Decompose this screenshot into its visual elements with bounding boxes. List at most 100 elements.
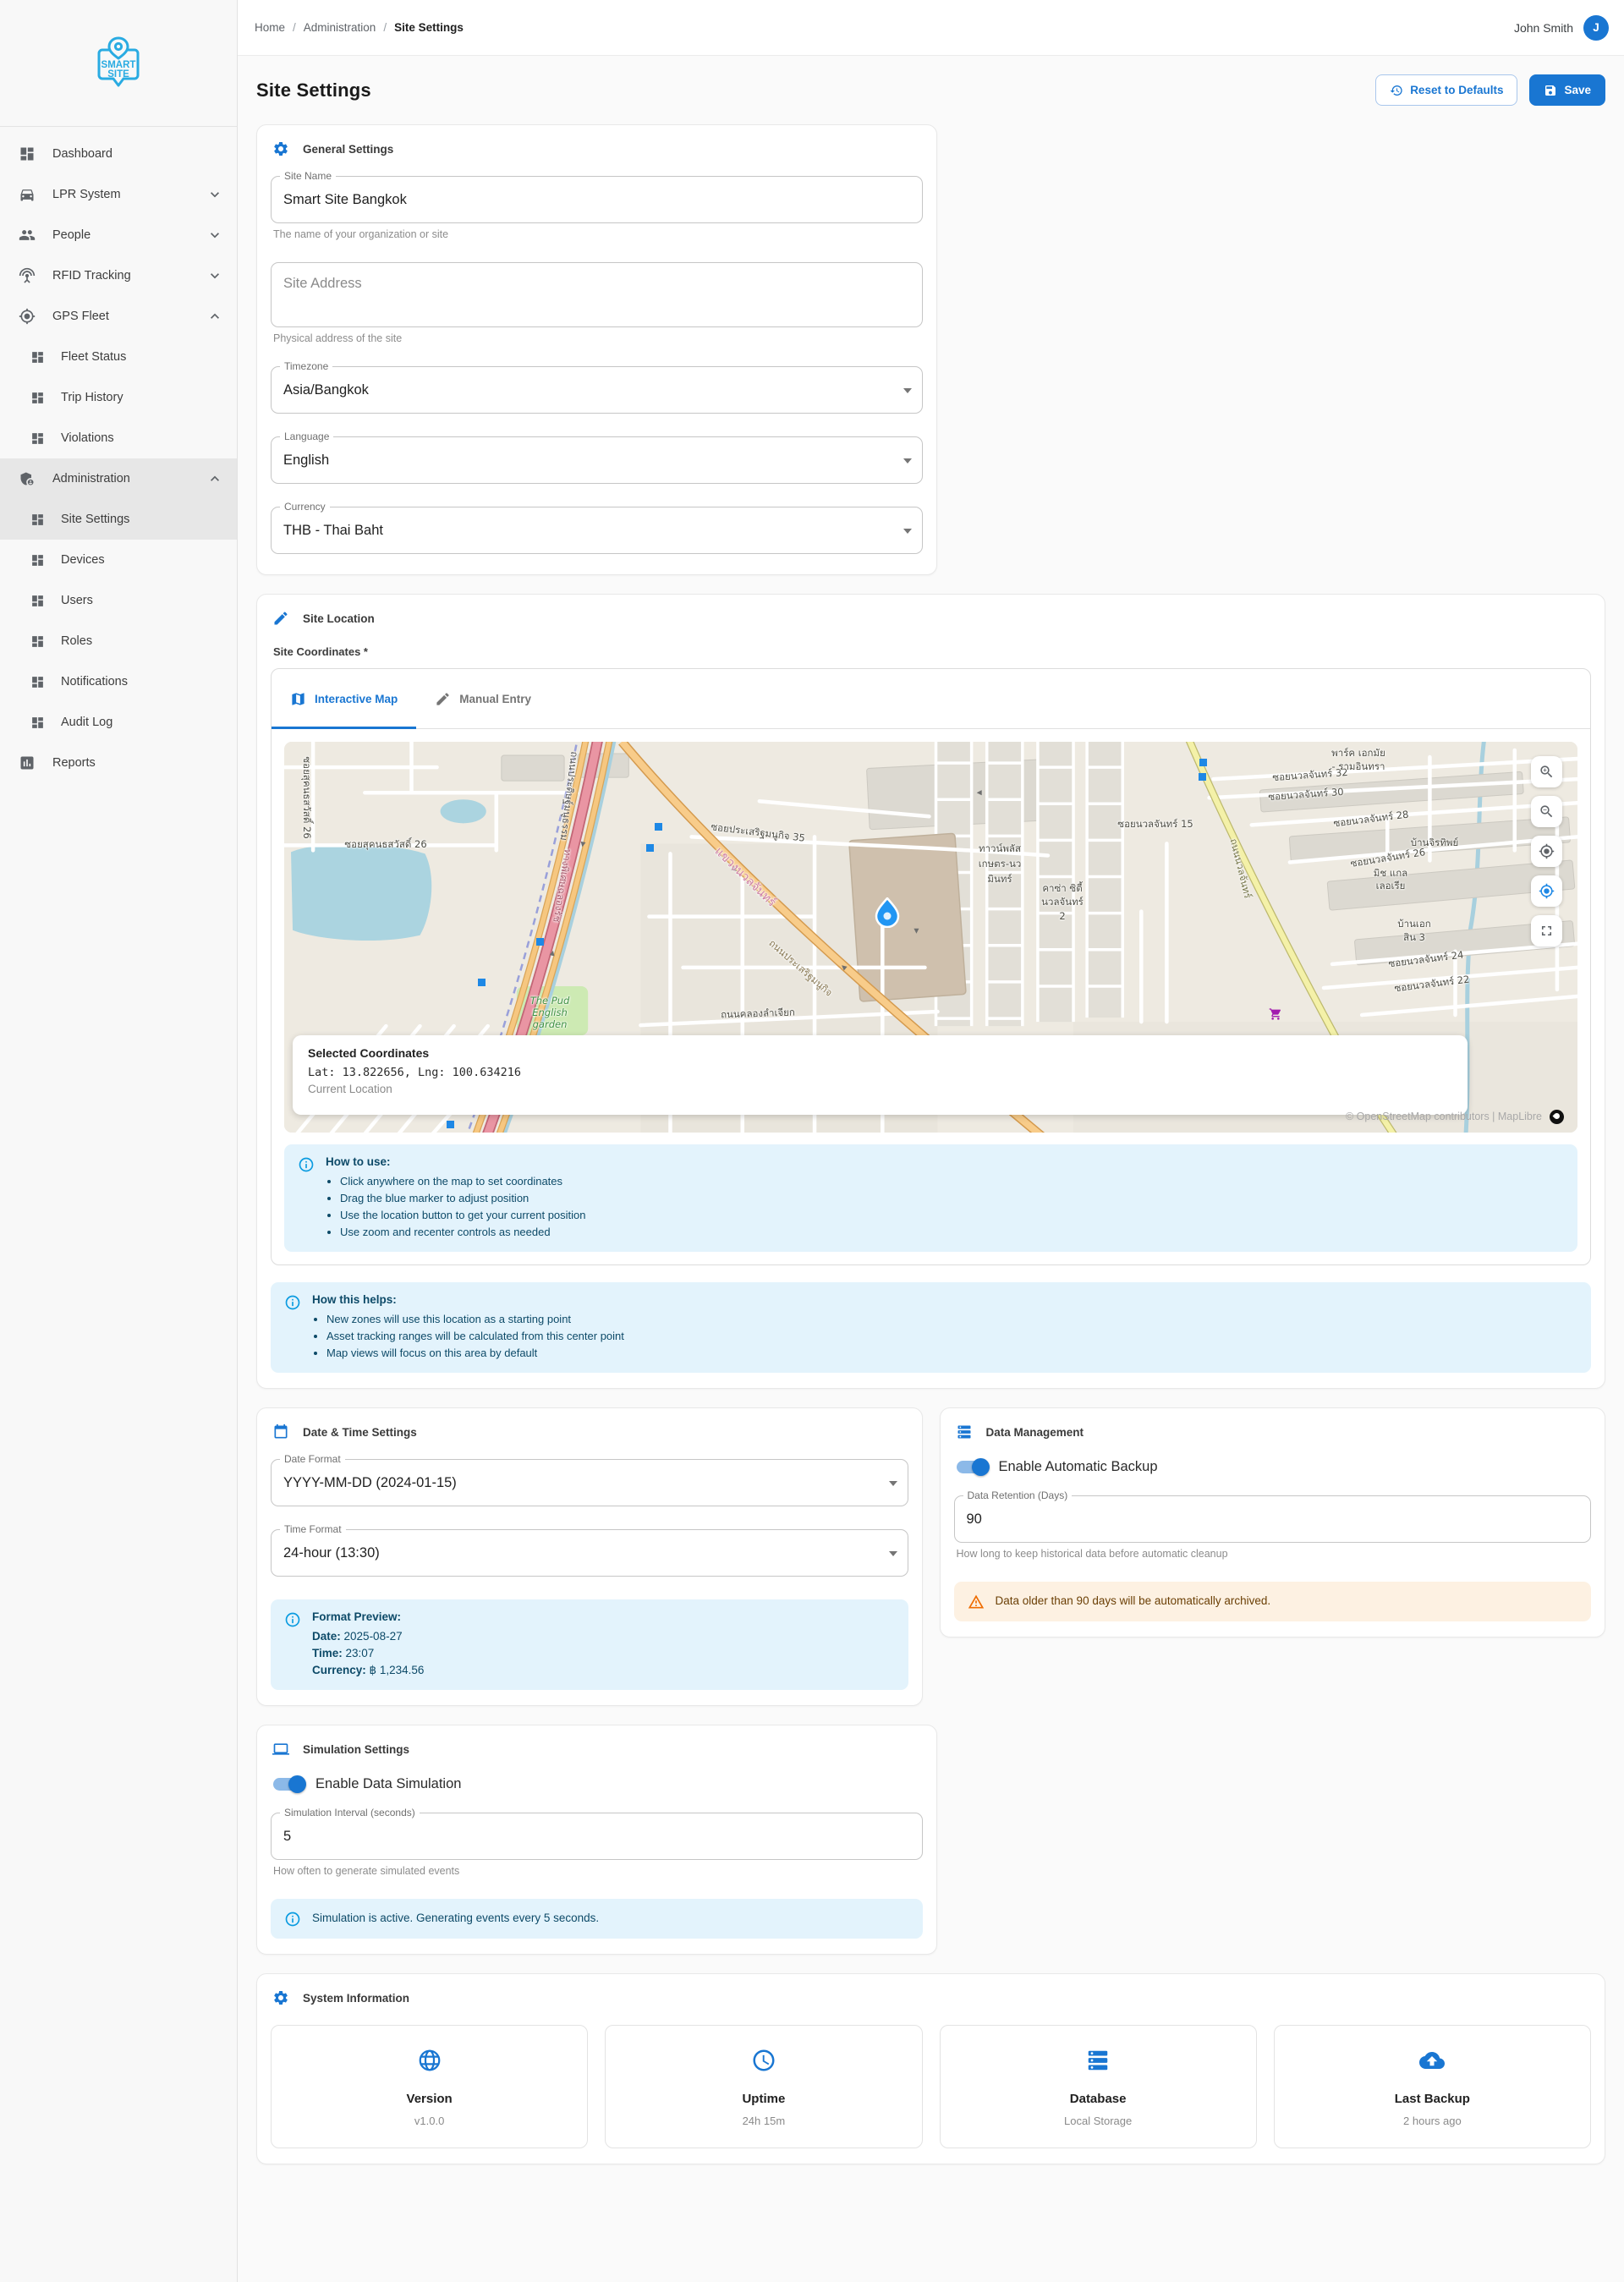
recenter-button[interactable] xyxy=(1531,875,1562,907)
site-name-helper: The name of your organization or site xyxy=(273,228,923,240)
dashboard-icon xyxy=(30,553,45,568)
save-button[interactable]: Save xyxy=(1529,74,1605,106)
fullscreen-button[interactable] xyxy=(1531,915,1562,946)
gps-icon xyxy=(19,308,36,325)
dropdown-caret-icon xyxy=(903,529,912,534)
dashboard-icon xyxy=(30,431,45,446)
sidebar-item-violations[interactable]: Violations xyxy=(0,418,237,458)
map-canvas[interactable]: ซอยสุคนธสวัสดิ์ 26ซอยสุคนธสวัสดิ์ 26ซอยป… xyxy=(284,742,1577,1133)
sidebar-item-people[interactable]: People xyxy=(0,215,237,255)
sidebar-item-site-settings[interactable]: Site Settings xyxy=(0,499,237,540)
info-icon xyxy=(284,1294,301,1311)
breadcrumb-home[interactable]: Home xyxy=(255,21,285,34)
sidebar-item-notifications[interactable]: Notifications xyxy=(0,661,237,702)
simulation-interval-field[interactable]: Simulation Interval (seconds) xyxy=(271,1813,923,1860)
simulation-interval-input[interactable] xyxy=(283,1829,910,1845)
sidebar-item-trip-history[interactable]: Trip History xyxy=(0,377,237,418)
site-address-field[interactable] xyxy=(271,262,923,327)
sidebar-item-roles[interactable]: Roles xyxy=(0,621,237,661)
selected-coordinates-overlay: Selected Coordinates Lat: 13.822656, Lng… xyxy=(293,1035,1468,1115)
card-title: Simulation Settings xyxy=(303,1743,409,1756)
zoom-in-icon xyxy=(1539,764,1555,780)
date-format-select[interactable]: Date Format YYYY-MM-DD (2024-01-15) xyxy=(271,1459,908,1506)
locate-button[interactable] xyxy=(1531,836,1562,867)
sidebar-item-users[interactable]: Users xyxy=(0,580,237,621)
data-retention-field[interactable]: Data Retention (Days) xyxy=(954,1495,1592,1543)
chevron-up-icon xyxy=(206,470,223,487)
calendar-icon xyxy=(272,1424,289,1440)
site-location-card: Site Location Site Coordinates * Interac… xyxy=(256,594,1605,1389)
zoom-out-button[interactable] xyxy=(1531,796,1562,827)
site-address-input[interactable] xyxy=(283,276,910,315)
dashboard-icon xyxy=(30,391,45,405)
format-preview-infobox: Format Preview: Date: 2025-08-27 Time: 2… xyxy=(271,1599,908,1690)
last-backup-card: Last Backup 2 hours ago xyxy=(1274,2025,1591,2148)
server-storage-icon xyxy=(956,1424,973,1440)
language-select[interactable]: Language English xyxy=(271,436,923,484)
user-name: John Smith xyxy=(1514,21,1573,35)
dropdown-caret-icon xyxy=(889,1481,897,1486)
bar-chart-icon xyxy=(19,754,36,771)
avatar[interactable]: J xyxy=(1583,15,1609,41)
currency-select[interactable]: Currency THB - Thai Baht xyxy=(271,507,923,554)
info-icon xyxy=(284,1911,301,1928)
topbar: Home / Administration / Site Settings Jo… xyxy=(238,0,1624,56)
page-title: Site Settings xyxy=(256,80,371,101)
helps-bullets: New zones will use this location as a st… xyxy=(326,1311,624,1362)
pencil-icon xyxy=(272,610,289,627)
breadcrumb-current: Site Settings xyxy=(394,21,464,34)
simulation-interval-helper: How often to generate simulated events xyxy=(273,1865,923,1877)
site-name-field[interactable]: Site Name xyxy=(271,176,923,223)
gps-icon xyxy=(1539,843,1555,859)
maplibre-logo-icon[interactable] xyxy=(1550,1110,1564,1124)
svg-text:SITE: SITE xyxy=(107,69,129,80)
card-title: General Settings xyxy=(303,143,393,156)
data-retention-input[interactable] xyxy=(967,1511,1579,1528)
breadcrumb-administration[interactable]: Administration xyxy=(304,21,376,34)
sidebar-item-gps-fleet[interactable]: GPS Fleet xyxy=(0,296,237,337)
sidebar-item-dashboard[interactable]: Dashboard xyxy=(0,134,237,174)
chevron-up-icon xyxy=(206,308,223,325)
sidebar-item-lpr-system[interactable]: LPR System xyxy=(0,174,237,215)
user-menu[interactable]: John Smith J xyxy=(1514,15,1609,41)
dashboard-icon xyxy=(30,675,45,689)
chevron-down-icon xyxy=(206,227,223,244)
globe-icon xyxy=(417,2048,442,2073)
dashboard-icon xyxy=(30,594,45,608)
data-simulation-toggle[interactable] xyxy=(273,1778,304,1791)
sidebar-item-devices[interactable]: Devices xyxy=(0,540,237,580)
zoom-in-button[interactable] xyxy=(1531,756,1562,787)
pencil-icon xyxy=(435,691,451,707)
warning-icon xyxy=(968,1594,985,1610)
timezone-select[interactable]: Timezone Asia/Bangkok xyxy=(271,366,923,414)
coordinates-subtitle: Current Location xyxy=(308,1083,1452,1095)
tab-manual-entry[interactable]: Manual Entry xyxy=(416,669,550,728)
page-content: Site Settings Reset to Defaults Save xyxy=(238,56,1624,2185)
breadcrumb-separator: / xyxy=(293,21,296,34)
sidebar-item-audit-log[interactable]: Audit Log xyxy=(0,702,237,743)
site-name-input[interactable] xyxy=(283,192,910,208)
cloud-upload-icon xyxy=(1419,2048,1445,2073)
map-icon xyxy=(290,691,306,707)
save-icon xyxy=(1544,84,1557,97)
gear-icon xyxy=(272,1989,289,2006)
automatic-backup-toggle[interactable] xyxy=(957,1461,987,1473)
simulation-active-infobox: Simulation is active. Generating events … xyxy=(271,1899,923,1939)
smart-site-logo-icon: SMART SITE xyxy=(94,36,143,91)
sidebar-item-reports[interactable]: Reports xyxy=(0,743,237,783)
sidebar-item-administration[interactable]: Administration xyxy=(0,458,237,499)
location-tabs: Interactive Map Manual Entry xyxy=(272,669,1590,729)
time-format-select[interactable]: Time Format 24-hour (13:30) xyxy=(271,1529,908,1577)
sidebar-item-rfid-tracking[interactable]: RFID Tracking xyxy=(0,255,237,296)
preview-currency: Currency: ฿ 1,234.56 xyxy=(312,1662,424,1679)
sidebar-item-fleet-status[interactable]: Fleet Status xyxy=(0,337,237,377)
breadcrumb: Home / Administration / Site Settings xyxy=(255,21,464,34)
data-retention-helper: How long to keep historical data before … xyxy=(957,1548,1592,1560)
automatic-backup-label: Enable Automatic Backup xyxy=(999,1459,1158,1475)
reset-to-defaults-button[interactable]: Reset to Defaults xyxy=(1375,74,1517,106)
preview-date: Date: 2025-08-27 xyxy=(312,1628,424,1645)
clock-icon xyxy=(751,2048,776,2073)
date-time-settings-card: Date & Time Settings Date Format YYYY-MM… xyxy=(256,1407,923,1706)
tab-interactive-map[interactable]: Interactive Map xyxy=(272,669,416,728)
logo: SMART SITE xyxy=(0,0,237,127)
